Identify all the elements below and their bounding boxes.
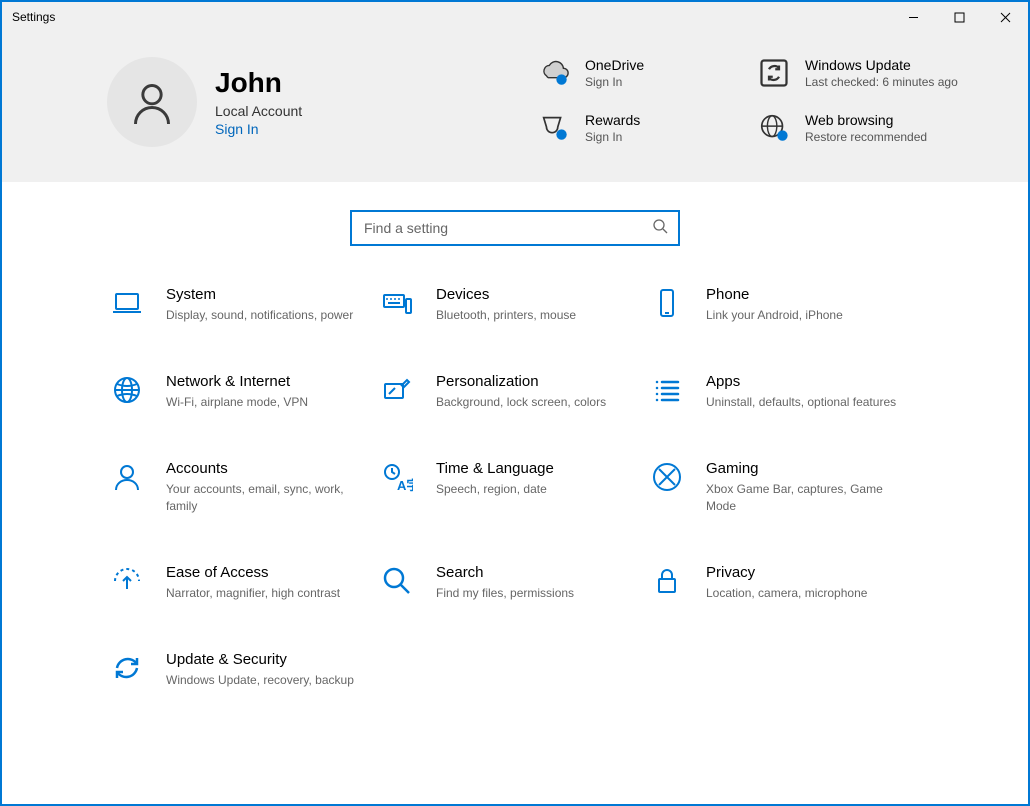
tile-rewards[interactable]: Rewards Sign In [538,112,748,147]
tile-sub: Last checked: 6 minutes ago [805,75,958,89]
window-controls [890,2,1028,32]
lock-icon [650,564,684,598]
category-system[interactable]: System Display, sound, notifications, po… [110,286,380,323]
tile-title: OneDrive [585,57,644,73]
keyboard-icon [380,286,414,320]
category-title: Network & Internet [166,373,308,390]
category-desc: Windows Update, recovery, backup [166,672,354,688]
close-button[interactable] [982,2,1028,32]
category-title: Personalization [436,373,606,390]
category-network[interactable]: Network & Internet Wi-Fi, airplane mode,… [110,373,380,410]
person-icon [130,80,174,124]
category-desc: Link your Android, iPhone [706,307,843,323]
phone-icon [650,286,684,320]
category-title: Privacy [706,564,867,581]
avatar [107,57,197,147]
user-subtitle: Local Account [215,103,302,119]
category-title: Devices [436,286,576,303]
category-title: Accounts [166,460,360,477]
category-update[interactable]: Update & Security Windows Update, recove… [110,651,380,688]
category-apps[interactable]: Apps Uninstall, defaults, optional featu… [650,373,920,410]
account-banner: John Local Account Sign In OneDrive Sign… [2,32,1028,182]
tile-sub: Sign In [585,75,644,89]
category-title: Apps [706,373,896,390]
cloud-icon [538,57,570,89]
paint-icon [380,373,414,407]
tile-sub: Sign In [585,130,640,144]
xbox-icon [650,460,684,494]
user-info: John Local Account Sign In [215,67,302,137]
user-name: John [215,67,302,99]
tile-title: Web browsing [805,112,927,128]
category-title: Phone [706,286,843,303]
category-desc: Narrator, magnifier, high contrast [166,585,340,601]
svg-text:A字: A字 [397,478,413,493]
titlebar: Settings [2,2,1028,32]
category-time[interactable]: A字 Time & Language Speech, region, date [380,460,650,513]
category-desc: Location, camera, microphone [706,585,867,601]
category-privacy[interactable]: Privacy Location, camera, microphone [650,564,920,601]
category-phone[interactable]: Phone Link your Android, iPhone [650,286,920,323]
time-language-icon: A字 [380,460,414,494]
category-title: Time & Language [436,460,554,477]
category-gaming[interactable]: Gaming Xbox Game Bar, captures, Game Mod… [650,460,920,513]
person-icon [110,460,144,494]
tile-sub: Restore recommended [805,130,927,144]
category-title: Update & Security [166,651,354,668]
categories: System Display, sound, notifications, po… [110,286,920,688]
category-accounts[interactable]: Accounts Your accounts, email, sync, wor… [110,460,380,513]
category-title: System [166,286,353,303]
search-icon [652,218,668,239]
tile-title: Rewards [585,112,640,128]
settings-window: Settings John Local Account [0,0,1030,806]
search-container [2,182,1028,286]
category-desc: Wi-Fi, airplane mode, VPN [166,394,308,410]
minimize-button[interactable] [890,2,936,32]
category-title: Gaming [706,460,900,477]
category-search[interactable]: Search Find my files, permissions [380,564,650,601]
tile-title: Windows Update [805,57,958,73]
category-title: Search [436,564,574,581]
window-title: Settings [12,10,55,24]
globe-icon [758,112,790,144]
sync-icon [758,57,790,89]
tile-windows-update[interactable]: Windows Update Last checked: 6 minutes a… [758,57,968,92]
main-content: System Display, sound, notifications, po… [2,182,1028,804]
category-desc: Find my files, permissions [436,585,574,601]
category-ease-of-access[interactable]: Ease of Access Narrator, magnifier, high… [110,564,380,601]
category-desc: Speech, region, date [436,481,554,497]
update-icon [110,651,144,685]
search-icon [380,564,414,598]
maximize-button[interactable] [936,2,982,32]
category-personalization[interactable]: Personalization Background, lock screen,… [380,373,650,410]
category-devices[interactable]: Devices Bluetooth, printers, mouse [380,286,650,323]
list-icon [650,373,684,407]
user-block[interactable]: John Local Account Sign In [107,57,302,147]
globe-icon [110,373,144,407]
search-box[interactable] [350,210,680,246]
search-input[interactable] [362,219,652,237]
sign-in-link[interactable]: Sign In [215,121,302,137]
category-desc: Background, lock screen, colors [436,394,606,410]
category-desc: Display, sound, notifications, power [166,307,353,323]
rewards-icon [538,112,570,144]
category-title: Ease of Access [166,564,340,581]
category-desc: Uninstall, defaults, optional features [706,394,896,410]
tile-web-browsing[interactable]: Web browsing Restore recommended [758,112,968,147]
laptop-icon [110,286,144,320]
ease-icon [110,564,144,598]
category-desc: Xbox Game Bar, captures, Game Mode [706,481,900,513]
category-desc: Your accounts, email, sync, work, family [166,481,360,513]
category-desc: Bluetooth, printers, mouse [436,307,576,323]
header-tiles: OneDrive Sign In Windows Update Last che… [538,57,968,147]
tile-onedrive[interactable]: OneDrive Sign In [538,57,748,92]
